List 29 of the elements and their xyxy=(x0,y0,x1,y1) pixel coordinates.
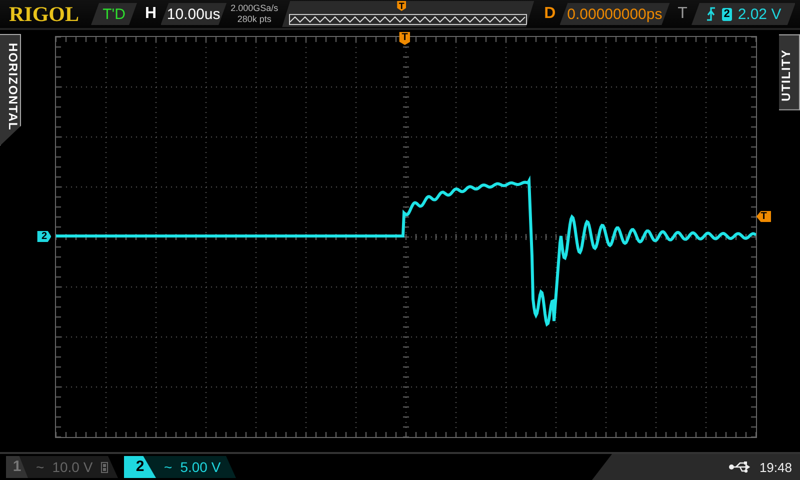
timebase-value[interactable]: 10.00us xyxy=(160,3,227,25)
channel-number: 2 xyxy=(124,456,156,478)
clock-time: 19:48 xyxy=(759,460,792,474)
channel-scale: 10.0 V xyxy=(52,459,93,475)
utility-tab[interactable]: UTILITY xyxy=(779,34,800,110)
coupling-symbol: ~ xyxy=(164,459,172,475)
bandwidth-limit-icon xyxy=(100,462,108,472)
trigger-position-marker[interactable]: T xyxy=(399,32,410,45)
horizontal-tab[interactable]: HORIZONTAL xyxy=(0,34,21,146)
trigger-position-marker: T xyxy=(397,1,406,11)
trigger-status: T'D xyxy=(91,3,138,25)
channel-active-button[interactable]: 2 ~ 5.00 V xyxy=(124,456,236,478)
trigger-level-marker[interactable]: T xyxy=(756,211,772,222)
timebase-label: H xyxy=(145,5,157,23)
memory-depth: 280k pts xyxy=(237,14,272,25)
delay-value[interactable]: 0.00000000ps xyxy=(560,3,670,25)
brand-logo: RIGOL xyxy=(9,2,80,26)
waveform-strip-icon xyxy=(289,14,528,25)
trigger-label: T xyxy=(678,5,688,23)
trigger-level: 2.02 V xyxy=(738,6,782,22)
trigger-source: 2 xyxy=(722,8,732,20)
coupling-symbol: ~ xyxy=(36,459,44,475)
rising-edge-icon xyxy=(706,7,716,21)
delay-label: D xyxy=(544,5,556,23)
channel-scale: 5.00 V xyxy=(180,459,221,475)
sample-rate: 2.000GSa/s xyxy=(230,3,278,14)
channel-number: 1 xyxy=(6,456,28,478)
trigger-settings[interactable]: 2 2.02 V xyxy=(691,3,796,25)
channel-marker[interactable]: 2 xyxy=(37,231,52,242)
